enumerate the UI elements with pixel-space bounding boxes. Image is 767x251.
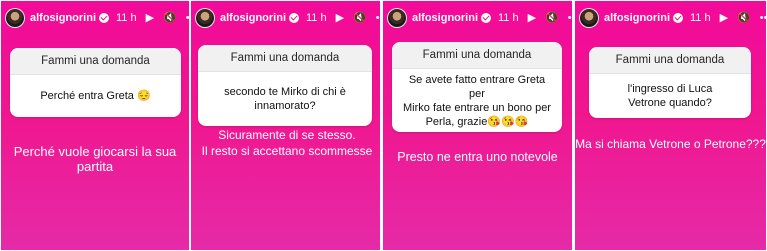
post-time: 11 h — [116, 12, 137, 24]
mute-icon[interactable]: 🔇 — [737, 12, 751, 24]
post-time: 11 h — [306, 12, 327, 24]
verified-badge-icon — [481, 13, 491, 23]
story-panel[interactable]: alfosignorini 11 h ▶ 🔇 ••• Fammi una dom… — [575, 1, 766, 250]
play-icon[interactable]: ▶ — [336, 12, 344, 24]
more-options-icon[interactable]: ••• — [568, 12, 572, 24]
question-text: Se avete fatto entrare Greta per Mirko f… — [403, 73, 551, 128]
answer-text: Perché vuole giocarsi la sua partita — [13, 144, 177, 174]
question-text: l'ingresso di Luca Vetrone quando? — [627, 83, 713, 109]
question-sticker: Fammi una domanda Se avete fatto entrare… — [392, 42, 562, 132]
answer-text: Sicuramente di se stesso. Il resto si ac… — [201, 128, 373, 158]
avatar[interactable] — [579, 8, 599, 28]
answer-text: Ma si chiama Vetrone o Petrone??? — [575, 137, 766, 151]
mute-icon[interactable]: 🔇 — [545, 12, 559, 24]
username[interactable]: alfosignorini — [412, 12, 478, 24]
username[interactable]: alfosignorini — [604, 12, 670, 24]
verified-badge-icon — [289, 13, 299, 23]
more-options-icon[interactable]: ••• — [760, 12, 766, 24]
post-time: 11 h — [690, 12, 711, 24]
story-header: alfosignorini 11 h ▶ 🔇 ••• — [191, 1, 380, 35]
story-header: alfosignorini 11 h ▶ 🔇 ••• — [1, 1, 189, 35]
question-sticker-header: Fammi una domanda — [392, 42, 562, 69]
question-sticker-header: Fammi una domanda — [198, 45, 372, 72]
username[interactable]: alfosignorini — [220, 12, 286, 24]
question-sticker: Fammi una domanda Perché entra Greta 😔 — [10, 48, 181, 117]
mute-icon[interactable]: 🔇 — [353, 12, 367, 24]
more-options-icon[interactable]: ••• — [186, 12, 189, 24]
question-sticker: Fammi una domanda l'ingresso di Luca Vet… — [589, 47, 751, 118]
mute-icon[interactable]: 🔇 — [163, 12, 177, 24]
question-sticker-header: Fammi una domanda — [10, 48, 181, 75]
post-time: 11 h — [498, 12, 519, 24]
story-panel[interactable]: alfosignorini 11 h ▶ 🔇 ••• Fammi una dom… — [1, 1, 189, 250]
play-icon[interactable]: ▶ — [146, 12, 154, 24]
stories-strip: alfosignorini 11 h ▶ 🔇 ••• Fammi una dom… — [0, 0, 767, 251]
question-text: Perché entra Greta 😔 — [40, 90, 151, 102]
play-icon[interactable]: ▶ — [528, 12, 536, 24]
question-sticker-header: Fammi una domanda — [589, 47, 751, 74]
avatar[interactable] — [195, 8, 215, 28]
question-sticker: Fammi una domanda secondo te Mirko di ch… — [198, 45, 372, 126]
avatar[interactable] — [387, 8, 407, 28]
username[interactable]: alfosignorini — [30, 12, 96, 24]
answer-text: Presto ne entra uno notevole — [397, 150, 558, 164]
avatar[interactable] — [5, 8, 25, 28]
story-panel[interactable]: alfosignorini 11 h ▶ 🔇 ••• Fammi una dom… — [191, 1, 380, 250]
verified-badge-icon — [99, 13, 109, 23]
story-header: alfosignorini 11 h ▶ 🔇 ••• — [575, 1, 766, 35]
verified-badge-icon — [673, 13, 683, 23]
more-options-icon[interactable]: ••• — [376, 12, 380, 24]
play-icon[interactable]: ▶ — [720, 12, 728, 24]
story-panel[interactable]: alfosignorini 11 h ▶ 🔇 ••• Fammi una dom… — [383, 1, 572, 250]
question-text: secondo te Mirko di chi è innamorato? — [224, 86, 346, 112]
story-header: alfosignorini 11 h ▶ 🔇 ••• — [383, 1, 572, 35]
